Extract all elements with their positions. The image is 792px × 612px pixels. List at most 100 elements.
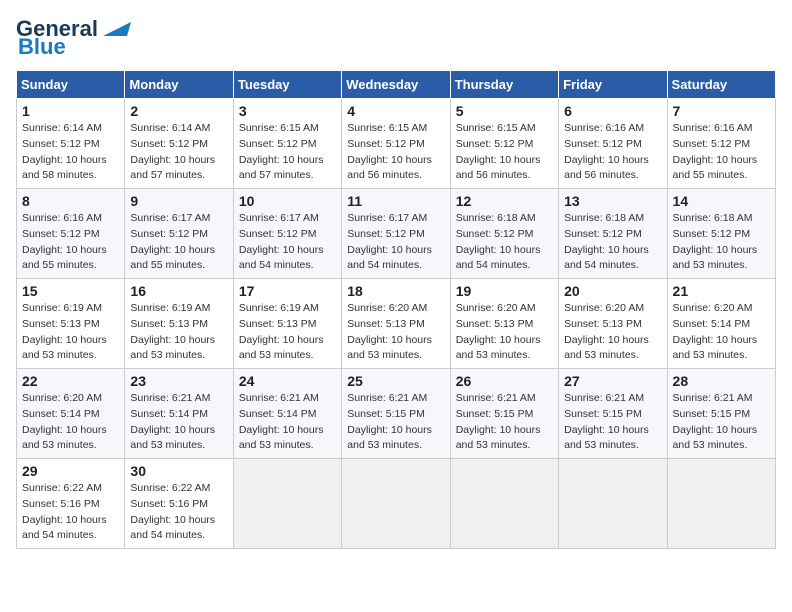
calendar-table: SundayMondayTuesdayWednesdayThursdayFrid… [16,70,776,549]
header: General Blue [16,16,776,60]
day-number: 18 [347,283,444,299]
calendar-cell: 2 Sunrise: 6:14 AMSunset: 5:12 PMDayligh… [125,99,233,189]
day-info: Sunrise: 6:16 AMSunset: 5:12 PMDaylight:… [22,212,107,271]
calendar-cell [342,459,450,549]
calendar-cell: 14 Sunrise: 6:18 AMSunset: 5:12 PMDaylig… [667,189,775,279]
logo-blue: Blue [18,34,66,60]
calendar-cell: 3 Sunrise: 6:15 AMSunset: 5:12 PMDayligh… [233,99,341,189]
day-number: 5 [456,103,553,119]
day-number: 7 [673,103,770,119]
day-number: 22 [22,373,119,389]
day-number: 24 [239,373,336,389]
calendar-cell: 30 Sunrise: 6:22 AMSunset: 5:16 PMDaylig… [125,459,233,549]
day-info: Sunrise: 6:21 AMSunset: 5:15 PMDaylight:… [564,392,649,451]
calendar-cell: 13 Sunrise: 6:18 AMSunset: 5:12 PMDaylig… [559,189,667,279]
day-info: Sunrise: 6:18 AMSunset: 5:12 PMDaylight:… [673,212,758,271]
day-number: 15 [22,283,119,299]
day-info: Sunrise: 6:20 AMSunset: 5:13 PMDaylight:… [456,302,541,361]
day-info: Sunrise: 6:14 AMSunset: 5:12 PMDaylight:… [130,122,215,181]
calendar-cell: 9 Sunrise: 6:17 AMSunset: 5:12 PMDayligh… [125,189,233,279]
calendar-week-5: 29 Sunrise: 6:22 AMSunset: 5:16 PMDaylig… [17,459,776,549]
day-info: Sunrise: 6:21 AMSunset: 5:14 PMDaylight:… [130,392,215,451]
day-number: 16 [130,283,227,299]
calendar-cell: 12 Sunrise: 6:18 AMSunset: 5:12 PMDaylig… [450,189,558,279]
calendar-cell: 16 Sunrise: 6:19 AMSunset: 5:13 PMDaylig… [125,279,233,369]
calendar-cell: 10 Sunrise: 6:17 AMSunset: 5:12 PMDaylig… [233,189,341,279]
day-number: 9 [130,193,227,209]
calendar-cell: 22 Sunrise: 6:20 AMSunset: 5:14 PMDaylig… [17,369,125,459]
calendar-week-2: 8 Sunrise: 6:16 AMSunset: 5:12 PMDayligh… [17,189,776,279]
day-info: Sunrise: 6:15 AMSunset: 5:12 PMDaylight:… [239,122,324,181]
calendar-cell: 25 Sunrise: 6:21 AMSunset: 5:15 PMDaylig… [342,369,450,459]
calendar-cell: 5 Sunrise: 6:15 AMSunset: 5:12 PMDayligh… [450,99,558,189]
day-number: 14 [673,193,770,209]
day-number: 11 [347,193,444,209]
weekday-header-friday: Friday [559,71,667,99]
day-info: Sunrise: 6:20 AMSunset: 5:13 PMDaylight:… [564,302,649,361]
day-number: 4 [347,103,444,119]
day-number: 21 [673,283,770,299]
day-info: Sunrise: 6:18 AMSunset: 5:12 PMDaylight:… [456,212,541,271]
day-info: Sunrise: 6:20 AMSunset: 5:13 PMDaylight:… [347,302,432,361]
day-number: 8 [22,193,119,209]
weekday-header-tuesday: Tuesday [233,71,341,99]
day-info: Sunrise: 6:21 AMSunset: 5:15 PMDaylight:… [347,392,432,451]
day-number: 28 [673,373,770,389]
day-info: Sunrise: 6:16 AMSunset: 5:12 PMDaylight:… [564,122,649,181]
calendar-cell: 27 Sunrise: 6:21 AMSunset: 5:15 PMDaylig… [559,369,667,459]
weekday-header-saturday: Saturday [667,71,775,99]
day-number: 10 [239,193,336,209]
day-number: 20 [564,283,661,299]
calendar-week-1: 1 Sunrise: 6:14 AMSunset: 5:12 PMDayligh… [17,99,776,189]
calendar-cell: 26 Sunrise: 6:21 AMSunset: 5:15 PMDaylig… [450,369,558,459]
day-info: Sunrise: 6:20 AMSunset: 5:14 PMDaylight:… [22,392,107,451]
weekday-header-monday: Monday [125,71,233,99]
day-info: Sunrise: 6:22 AMSunset: 5:16 PMDaylight:… [22,482,107,541]
calendar-cell: 21 Sunrise: 6:20 AMSunset: 5:14 PMDaylig… [667,279,775,369]
day-number: 12 [456,193,553,209]
day-number: 23 [130,373,227,389]
day-info: Sunrise: 6:17 AMSunset: 5:12 PMDaylight:… [347,212,432,271]
calendar-cell: 7 Sunrise: 6:16 AMSunset: 5:12 PMDayligh… [667,99,775,189]
weekday-header-sunday: Sunday [17,71,125,99]
calendar-cell: 8 Sunrise: 6:16 AMSunset: 5:12 PMDayligh… [17,189,125,279]
calendar-cell: 19 Sunrise: 6:20 AMSunset: 5:13 PMDaylig… [450,279,558,369]
weekday-header-row: SundayMondayTuesdayWednesdayThursdayFrid… [17,71,776,99]
day-number: 3 [239,103,336,119]
day-info: Sunrise: 6:21 AMSunset: 5:15 PMDaylight:… [673,392,758,451]
calendar-week-4: 22 Sunrise: 6:20 AMSunset: 5:14 PMDaylig… [17,369,776,459]
calendar-cell [559,459,667,549]
calendar-week-3: 15 Sunrise: 6:19 AMSunset: 5:13 PMDaylig… [17,279,776,369]
day-number: 13 [564,193,661,209]
calendar-cell: 29 Sunrise: 6:22 AMSunset: 5:16 PMDaylig… [17,459,125,549]
calendar-cell: 28 Sunrise: 6:21 AMSunset: 5:15 PMDaylig… [667,369,775,459]
day-info: Sunrise: 6:19 AMSunset: 5:13 PMDaylight:… [130,302,215,361]
day-info: Sunrise: 6:22 AMSunset: 5:16 PMDaylight:… [130,482,215,541]
day-info: Sunrise: 6:18 AMSunset: 5:12 PMDaylight:… [564,212,649,271]
day-number: 19 [456,283,553,299]
logo-wing-icon [99,18,131,40]
day-info: Sunrise: 6:19 AMSunset: 5:13 PMDaylight:… [22,302,107,361]
logo: General Blue [16,16,131,60]
calendar-cell: 20 Sunrise: 6:20 AMSunset: 5:13 PMDaylig… [559,279,667,369]
day-number: 27 [564,373,661,389]
calendar-cell [667,459,775,549]
day-number: 2 [130,103,227,119]
calendar-cell: 24 Sunrise: 6:21 AMSunset: 5:14 PMDaylig… [233,369,341,459]
calendar-cell: 4 Sunrise: 6:15 AMSunset: 5:12 PMDayligh… [342,99,450,189]
day-info: Sunrise: 6:16 AMSunset: 5:12 PMDaylight:… [673,122,758,181]
day-number: 17 [239,283,336,299]
calendar-cell: 18 Sunrise: 6:20 AMSunset: 5:13 PMDaylig… [342,279,450,369]
day-number: 6 [564,103,661,119]
calendar-cell [233,459,341,549]
day-info: Sunrise: 6:17 AMSunset: 5:12 PMDaylight:… [130,212,215,271]
calendar-cell: 11 Sunrise: 6:17 AMSunset: 5:12 PMDaylig… [342,189,450,279]
calendar-cell: 15 Sunrise: 6:19 AMSunset: 5:13 PMDaylig… [17,279,125,369]
day-info: Sunrise: 6:15 AMSunset: 5:12 PMDaylight:… [456,122,541,181]
day-info: Sunrise: 6:15 AMSunset: 5:12 PMDaylight:… [347,122,432,181]
day-info: Sunrise: 6:17 AMSunset: 5:12 PMDaylight:… [239,212,324,271]
day-info: Sunrise: 6:19 AMSunset: 5:13 PMDaylight:… [239,302,324,361]
day-number: 30 [130,463,227,479]
day-number: 29 [22,463,119,479]
weekday-header-wednesday: Wednesday [342,71,450,99]
